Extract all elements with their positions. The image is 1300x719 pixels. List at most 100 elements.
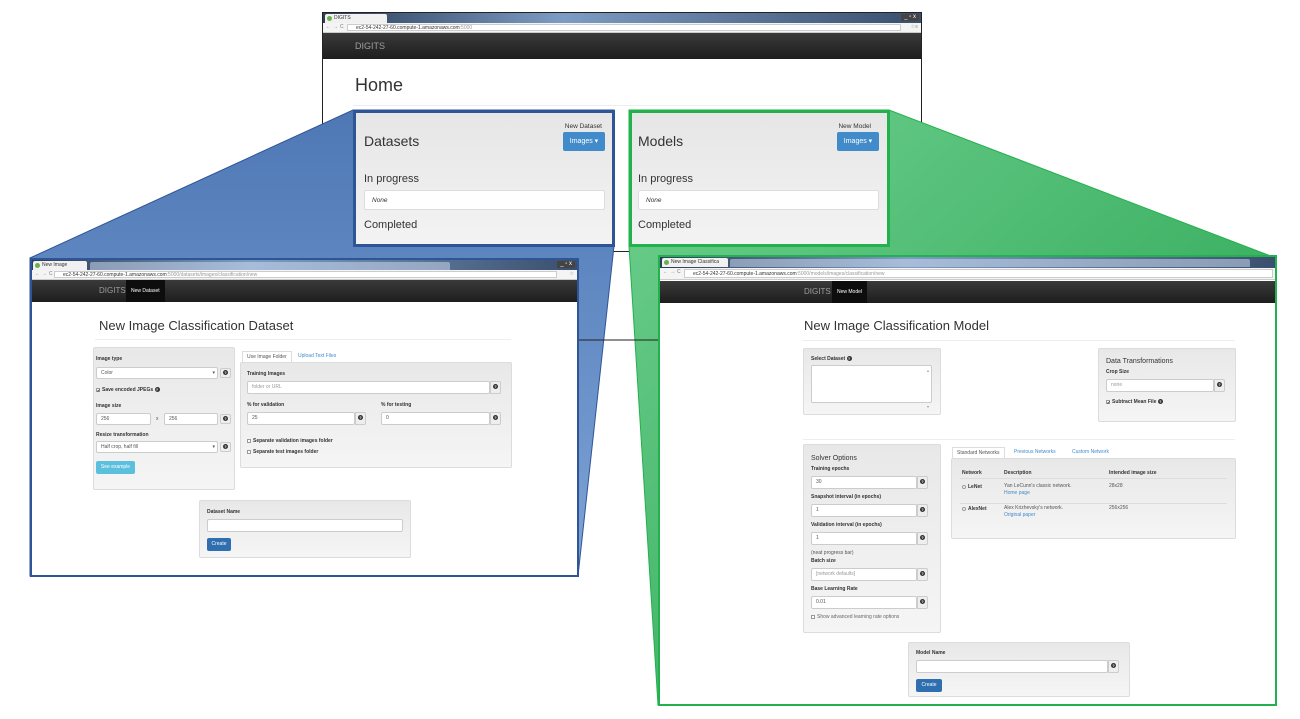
image-height-input[interactable]: 256 <box>164 413 218 425</box>
help-icon[interactable]: ? <box>917 476 928 489</box>
help-icon[interactable]: ? <box>154 387 160 393</box>
new-model-images-button[interactable]: Images ▾ <box>837 132 879 151</box>
browser-tab-strip: New Image Classifica _ ▫ x <box>32 260 577 277</box>
lenet-radio[interactable]: LeNet <box>962 484 982 490</box>
tab-custom-network[interactable]: Custom Network <box>1068 447 1113 457</box>
help-icon[interactable]: ? <box>917 532 928 545</box>
dataset-listbox[interactable]: ▴ ▾ <box>811 365 932 409</box>
image-size-label: Image size <box>96 403 122 409</box>
create-dataset-button[interactable]: Create <box>207 538 231 551</box>
validation-input[interactable]: 25 <box>247 412 355 425</box>
network-name: AlexNet <box>968 506 987 512</box>
training-epochs-label: Training epochs <box>811 466 850 472</box>
select-arrow-icon: ▾ <box>212 370 215 376</box>
snapshot-interval-label: Snapshot interval (in epochs) <box>811 494 882 500</box>
dataset-name-panel: Dataset Name Create <box>199 500 411 558</box>
training-images-label: Training Images <box>247 371 286 377</box>
size-separator: x <box>156 416 159 422</box>
help-icon[interactable]: ? <box>917 504 928 517</box>
other-tabs[interactable] <box>90 262 450 270</box>
help-icon[interactable]: ? <box>846 356 852 362</box>
model-name-panel: Model Name ? Create <box>908 642 1130 697</box>
model-name-input[interactable] <box>916 660 1108 673</box>
home-page-link[interactable]: Home page <box>1004 490 1030 496</box>
other-tabs[interactable] <box>730 259 1250 267</box>
url-host: ec2-54-242-27-60.compute-1.amazonaws.com <box>63 272 167 278</box>
original-paper-link[interactable]: Original paper <box>1004 512 1035 518</box>
help-icon[interactable]: ? <box>917 596 928 609</box>
image-type-select[interactable]: Color ▾ <box>96 367 218 379</box>
help-icon[interactable]: ? <box>917 568 928 581</box>
help-icon[interactable]: ? <box>1214 379 1225 392</box>
advanced-lr-checkbox[interactable]: Show advanced learning rate options <box>811 614 899 620</box>
in-progress-heading: In progress <box>638 173 694 185</box>
models-title: Models <box>638 133 684 149</box>
network-description: Yan LeCunn's classic network. <box>1004 483 1072 489</box>
new-dataset-images-button[interactable]: Images ▾ <box>563 132 605 151</box>
validation-interval-input[interactable]: 1 <box>811 532 917 545</box>
nav-buttons[interactable]: ←→C <box>35 271 55 277</box>
dataset-name-input[interactable] <box>207 519 403 532</box>
help-icon[interactable]: ? <box>220 414 231 424</box>
separate-validation-checkbox[interactable]: Separate validation images folder <box>247 438 333 444</box>
model-name-label: Model Name <box>916 650 946 656</box>
learning-rate-input[interactable]: 0.01 <box>811 596 917 609</box>
column-header-network: Network <box>962 470 982 476</box>
help-icon[interactable]: ? <box>1108 660 1119 673</box>
nav-new-dataset[interactable]: New Dataset <box>126 280 165 302</box>
url-path: :5000/datasets/images/classification/new <box>166 272 258 278</box>
training-epochs-input[interactable]: 30 <box>811 476 917 489</box>
network-name: LeNet <box>968 484 982 490</box>
new-model-label: New Model <box>838 123 871 130</box>
brand-link[interactable]: DIGITS <box>804 287 831 296</box>
select-dataset-label: Select Dataset ? <box>811 355 852 363</box>
resize-select[interactable]: Half crop, half fill ▾ <box>96 441 218 453</box>
testing-label: % for testing <box>381 402 412 408</box>
see-example-button[interactable]: See example <box>96 461 135 474</box>
nav-buttons[interactable]: ←→C <box>663 269 683 275</box>
help-icon[interactable]: ? <box>490 412 501 425</box>
browser-tab[interactable]: New Image Classifica <box>33 261 87 277</box>
network-image-size: 256x256 <box>1109 505 1129 511</box>
table-row[interactable]: LeNet Yan LeCunn's classic network. Home… <box>952 483 1232 503</box>
subtract-mean-label: Subtract Mean File <box>1112 399 1157 405</box>
save-jpegs-label: Save encoded JPEGs <box>102 387 154 393</box>
in-progress-heading: In progress <box>364 173 420 185</box>
tab-use-image-folder[interactable]: Use Image Folder <box>242 351 292 362</box>
bookmark-icon[interactable]: ☆ <box>570 271 574 277</box>
help-icon[interactable]: ? <box>220 442 231 452</box>
training-images-input[interactable]: folder or URL <box>247 381 490 394</box>
subtract-mean-checkbox[interactable]: ✔ Subtract Mean File ? <box>1106 398 1163 406</box>
tab-upload-text-files[interactable]: Upload Text Files <box>294 351 340 361</box>
help-icon[interactable]: ? <box>355 412 366 425</box>
nav-new-model[interactable]: New Model <box>832 281 868 303</box>
image-width-input[interactable]: 256 <box>96 413 151 425</box>
resize-value: Half crop, half fill <box>101 444 138 450</box>
help-icon[interactable]: ? <box>220 368 231 378</box>
models-panel: Models New Model Images ▾ In progress No… <box>629 110 890 247</box>
batch-size-input[interactable]: [network defaults] <box>811 568 917 581</box>
scrollbar[interactable]: ▴ ▾ <box>927 366 929 411</box>
tab-previous-networks[interactable]: Previous Networks <box>1010 447 1060 457</box>
navbar: DIGITS New Dataset <box>32 280 577 302</box>
create-model-button[interactable]: Create <box>916 679 942 692</box>
image-options-panel: Image type Color ▾ ? ✔ Save encoded JPEGs … <box>93 347 235 490</box>
table-row[interactable]: AlexNet Alex Krizhevsky's network. Origi… <box>952 505 1232 525</box>
crop-size-input[interactable]: none <box>1106 379 1214 392</box>
page-title: New Image Classification Dataset <box>99 318 294 333</box>
save-jpegs-checkbox[interactable]: ✔ Save encoded JPEGs ? <box>96 386 160 394</box>
url-field[interactable]: ec2-54-242-27-60.compute-1.amazonaws.com… <box>684 269 1273 278</box>
url-field[interactable]: ec2-54-242-27-60.compute-1.amazonaws.com… <box>54 271 557 278</box>
data-transformations-panel: Data Transformations Crop Size none ? ✔ S… <box>1098 348 1236 422</box>
help-icon[interactable]: ? <box>1157 399 1163 405</box>
separate-validation-label: Separate validation images folder <box>253 438 333 444</box>
help-icon[interactable]: ? <box>490 381 501 394</box>
window-controls[interactable]: _ ▫ x <box>557 261 575 268</box>
alexnet-radio[interactable]: AlexNet <box>962 506 987 512</box>
separate-test-checkbox[interactable]: Separate test images folder <box>247 449 318 455</box>
testing-input[interactable]: 0 <box>381 412 490 425</box>
browser-tab[interactable]: New Image Classifica <box>662 258 728 267</box>
tab-standard-networks[interactable]: Standard Networks <box>952 447 1005 458</box>
brand-link[interactable]: DIGITS <box>99 286 126 295</box>
snapshot-interval-input[interactable]: 1 <box>811 504 917 517</box>
